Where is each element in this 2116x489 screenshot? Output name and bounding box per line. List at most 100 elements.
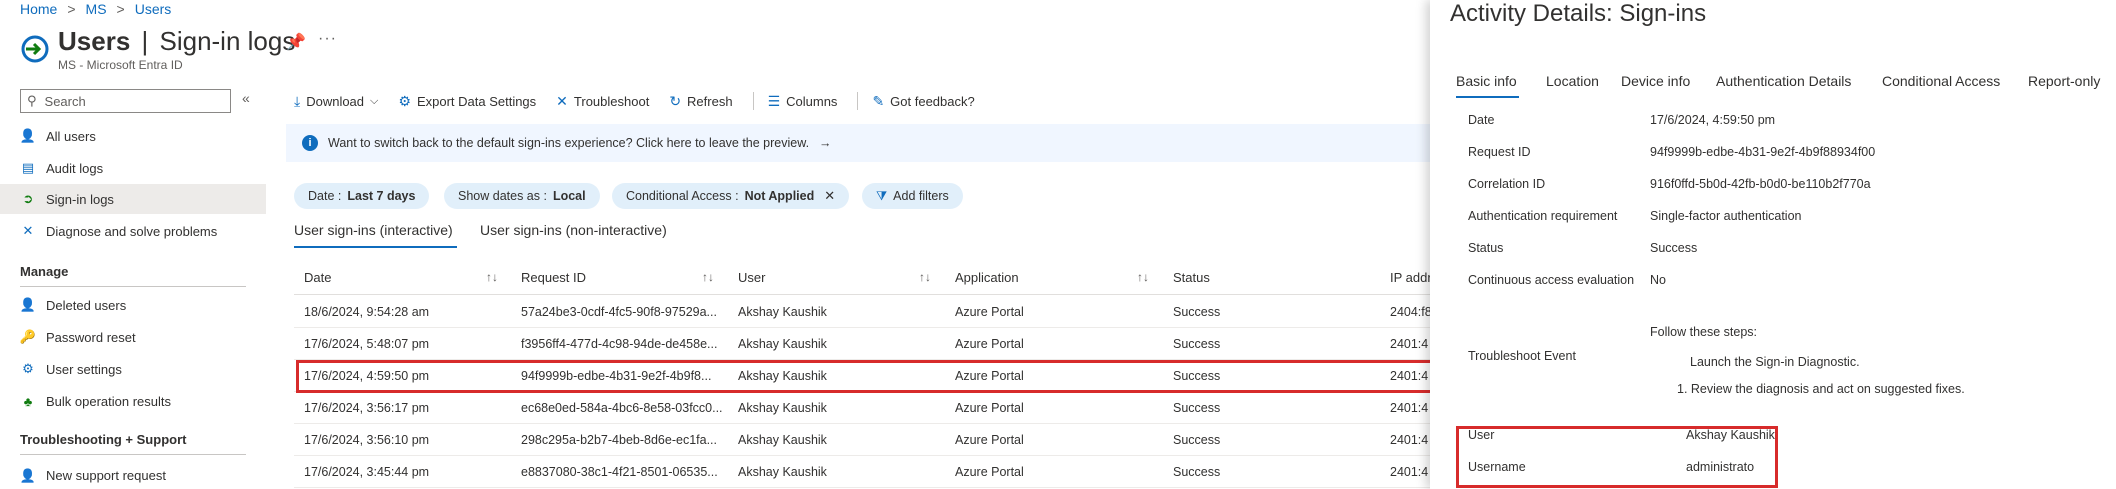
columns-button[interactable]: ☰ Columns bbox=[768, 93, 838, 110]
show-dates-pill[interactable]: Show dates as : Local bbox=[444, 183, 600, 209]
cell-status: Success bbox=[1173, 305, 1221, 319]
info-icon: i bbox=[302, 135, 318, 151]
field-value-correlation-id: 916f0ffd-5b0d-42fb-b0d0-be110b2f770a bbox=[1650, 177, 1871, 191]
panel-tab-conditional-access[interactable]: Conditional Access bbox=[1882, 73, 2000, 89]
sidebar-item-sign-in-logs[interactable]: ➲ Sign-in logs bbox=[0, 184, 266, 214]
panel-tab-underline bbox=[1456, 96, 1519, 98]
add-filter-icon: ⧩ bbox=[876, 188, 888, 203]
sidebar-item-audit-logs[interactable]: ▤ Audit logs bbox=[0, 153, 266, 183]
cell-request-id: 57a24be3-0cdf-4fc5-90f8-97529a... bbox=[521, 305, 717, 319]
sidebar-item-user-settings[interactable]: ⚙ User settings bbox=[0, 354, 266, 384]
sort-icon[interactable]: ↑↓ bbox=[1137, 270, 1149, 284]
sign-in-icon: ➲ bbox=[22, 191, 34, 206]
sidebar-item-label: Bulk operation results bbox=[46, 393, 172, 409]
cell-user: Akshay Kaushik bbox=[738, 433, 827, 447]
close-icon[interactable]: ✕ bbox=[824, 188, 835, 204]
column-header-date[interactable]: Date bbox=[304, 270, 331, 285]
preview-banner[interactable]: i Want to switch back to the default sig… bbox=[286, 124, 1436, 162]
sort-icon[interactable]: ↑↓ bbox=[919, 270, 931, 284]
column-header-user[interactable]: User bbox=[738, 270, 765, 285]
feedback-icon: ✎ bbox=[872, 92, 885, 109]
deleted-user-icon: 👤 bbox=[19, 297, 37, 312]
page-title: Users | Sign-in logs bbox=[58, 26, 296, 56]
sort-icon[interactable]: ↑↓ bbox=[486, 270, 498, 284]
arrow-right-icon: → bbox=[819, 136, 832, 150]
cell-ip: 2401:4 bbox=[1390, 337, 1429, 351]
column-header-ip[interactable]: IP addr bbox=[1390, 270, 1432, 285]
cell-application: Azure Portal bbox=[955, 465, 1024, 479]
sidebar-search-input[interactable]: ⚲ Search bbox=[20, 89, 231, 113]
breadcrumb-ms[interactable]: MS bbox=[86, 1, 107, 17]
log-icon: ▤ bbox=[21, 160, 35, 175]
feedback-label: Got feedback? bbox=[890, 93, 975, 109]
download-label: Download bbox=[306, 93, 365, 109]
cell-user: Akshay Kaushik bbox=[738, 465, 827, 479]
launch-diagnostic-link[interactable]: Launch the Sign-in Diagnostic. bbox=[1690, 355, 1860, 369]
cell-application: Azure Portal bbox=[955, 401, 1024, 415]
table-row[interactable] bbox=[294, 296, 1444, 328]
more-options-icon[interactable]: ··· bbox=[318, 30, 337, 48]
sidebar-item-diagnose[interactable]: ✕ Diagnose and solve problems bbox=[0, 216, 266, 246]
field-label-status: Status bbox=[1468, 241, 1504, 255]
table-row[interactable] bbox=[294, 424, 1444, 456]
refresh-button[interactable]: ↻ Refresh bbox=[669, 93, 732, 110]
column-header-request-id[interactable]: Request ID bbox=[521, 270, 586, 285]
sort-icon[interactable]: ↑↓ bbox=[702, 270, 714, 284]
pin-icon[interactable]: 📌 bbox=[286, 32, 306, 52]
cell-application: Azure Portal bbox=[955, 433, 1024, 447]
key-icon: 🔑 bbox=[19, 329, 37, 344]
support-heading: Troubleshooting + Support bbox=[20, 432, 187, 447]
sidebar-item-label: Diagnose and solve problems bbox=[46, 223, 218, 239]
troubleshoot-button[interactable]: ✕ Troubleshoot bbox=[556, 93, 649, 110]
sidebar-item-bulk-operations[interactable]: ♣ Bulk operation results bbox=[0, 386, 266, 416]
page-title-sub: Sign-in logs bbox=[159, 26, 296, 56]
search-placeholder: Search bbox=[44, 93, 86, 109]
column-header-application[interactable]: Application bbox=[955, 270, 1019, 285]
column-header-status[interactable]: Status bbox=[1173, 270, 1210, 285]
panel-tab-device-info[interactable]: Device info bbox=[1621, 73, 1690, 89]
wrench-icon: ✕ bbox=[556, 92, 568, 109]
download-button[interactable]: ⤓ Download ⌵ bbox=[294, 93, 378, 110]
date-filter-pill[interactable]: Date : Last 7 days bbox=[294, 183, 430, 209]
collapse-sidebar-icon[interactable]: « bbox=[242, 90, 250, 106]
panel-tab-location[interactable]: Location bbox=[1546, 73, 1599, 89]
sidebar-item-deleted-users[interactable]: 👤 Deleted users bbox=[0, 290, 266, 320]
field-label-auth-requirement: Authentication requirement bbox=[1468, 209, 1618, 223]
table-row[interactable] bbox=[294, 392, 1444, 424]
breadcrumb-home[interactable]: Home bbox=[20, 1, 57, 17]
export-settings-button[interactable]: ⚙ Export Data Settings bbox=[398, 93, 536, 110]
cell-user: Akshay Kaushik bbox=[738, 401, 827, 415]
cell-user: Akshay Kaushik bbox=[738, 337, 827, 351]
sidebar-item-password-reset[interactable]: 🔑 Password reset bbox=[0, 322, 266, 352]
troubleshoot-steps-heading: Follow these steps: bbox=[1650, 325, 1757, 339]
table-row[interactable] bbox=[294, 328, 1444, 360]
cell-user: Akshay Kaushik bbox=[738, 305, 827, 319]
field-label-correlation-id: Correlation ID bbox=[1468, 177, 1546, 191]
field-value-request-id: 94f9999b-edbe-4b31-9e2f-4b9f88934f00 bbox=[1650, 145, 1876, 159]
support-icon: 👤 bbox=[19, 467, 37, 483]
cell-request-id: f3956ff4-477d-4c98-94de-de458e... bbox=[521, 337, 718, 351]
user-icon: 👤 bbox=[19, 128, 37, 143]
sidebar-item-label: Password reset bbox=[46, 329, 136, 345]
panel-tab-report-only[interactable]: Report-only bbox=[2028, 73, 2100, 89]
tab-non-interactive[interactable]: User sign-ins (non-interactive) bbox=[480, 222, 667, 238]
tab-interactive[interactable]: User sign-ins (interactive) bbox=[294, 222, 453, 238]
table-row[interactable] bbox=[294, 456, 1444, 488]
conditional-access-pill[interactable]: Conditional Access : Not Applied ✕ bbox=[612, 183, 850, 209]
breadcrumb-users[interactable]: Users bbox=[135, 1, 172, 17]
panel-tab-authentication-details[interactable]: Authentication Details bbox=[1716, 73, 1851, 89]
cell-date: 17/6/2024, 3:56:10 pm bbox=[304, 433, 430, 447]
cell-ip: 2401:4 bbox=[1390, 465, 1429, 479]
feedback-button[interactable]: ✎ Got feedback? bbox=[872, 93, 974, 110]
panel-tab-basic-info[interactable]: Basic info bbox=[1456, 73, 1517, 89]
cell-ip: 2401:4 bbox=[1390, 401, 1429, 415]
settings-icon: ⚙ bbox=[22, 361, 34, 376]
add-filters-button[interactable]: ⧩ Add filters bbox=[862, 183, 963, 209]
cell-request-id: 298c295a-b2b7-4beb-8d6e-ec1fa... bbox=[521, 433, 717, 447]
chevron-down-icon: ⌵ bbox=[370, 94, 379, 107]
sidebar-item-new-support-request[interactable]: 👤 New support request bbox=[0, 462, 266, 489]
breadcrumb: Home > MS > Users bbox=[20, 0, 171, 18]
breadcrumb-separator: > bbox=[116, 1, 125, 17]
sidebar-item-all-users[interactable]: 👤 All users bbox=[0, 121, 266, 151]
show-dates-value: Local bbox=[552, 189, 586, 203]
